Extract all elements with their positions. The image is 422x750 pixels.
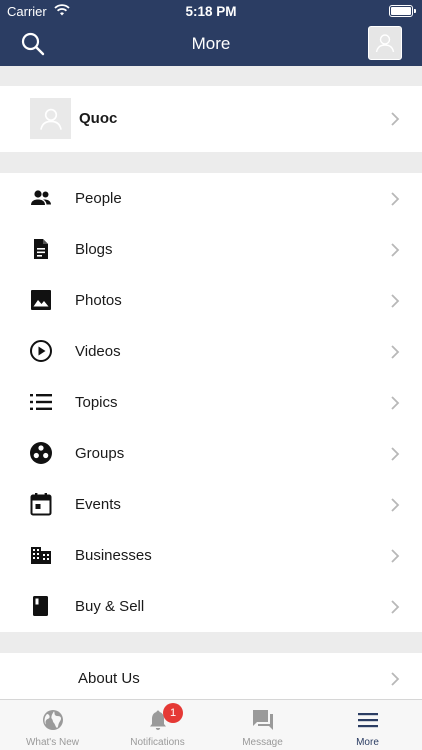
list-icon	[30, 394, 52, 410]
menu-label: Groups	[75, 445, 125, 462]
chevron-right-icon	[391, 396, 400, 410]
menu-item-topics[interactable]: Topics	[0, 377, 422, 428]
play-circle-icon	[30, 340, 52, 362]
menu-item-blogs[interactable]: Blogs	[0, 224, 422, 275]
chevron-right-icon	[391, 192, 400, 206]
tab-whats-new[interactable]: What's New	[0, 700, 105, 750]
groups-icon	[30, 442, 52, 464]
calendar-icon	[30, 493, 52, 516]
menu-item-groups[interactable]: Groups	[0, 428, 422, 479]
user-avatar-icon	[39, 108, 62, 130]
chevron-right-icon	[391, 294, 400, 308]
chevron-right-icon	[391, 345, 400, 359]
profile-name: Quoc	[79, 110, 118, 127]
battery-tip	[414, 9, 416, 13]
tab-label: More	[356, 737, 379, 748]
people-icon	[31, 190, 51, 205]
notification-badge: 1	[163, 703, 183, 723]
menu-label: Events	[75, 496, 121, 513]
book-icon	[33, 596, 48, 616]
menu-label: Videos	[75, 343, 121, 360]
chevron-right-icon	[391, 112, 400, 126]
menu-item-buy-sell[interactable]: Buy & Sell	[0, 581, 422, 632]
menu-item-people[interactable]: People	[0, 173, 422, 224]
tab-label: What's New	[25, 737, 80, 748]
nav-bar: More	[0, 22, 422, 66]
menu-item-photos[interactable]: Photos	[0, 275, 422, 326]
user-avatar-icon	[375, 34, 395, 53]
menu-item-businesses[interactable]: Businesses	[0, 530, 422, 581]
chevron-right-icon	[391, 672, 400, 686]
page-title: More	[191, 34, 231, 53]
tab-label: Notifications	[130, 737, 185, 748]
menu-icon	[358, 713, 378, 728]
chevron-right-icon	[391, 600, 400, 614]
menu-list: People Blogs Photos Videos Topics Groups…	[0, 173, 422, 632]
chevron-right-icon	[391, 498, 400, 512]
clock: 5:18 PM	[185, 4, 237, 19]
chat-icon	[253, 710, 273, 730]
header-avatar-button[interactable]	[368, 26, 402, 60]
tab-notifications[interactable]: 1 Notifications	[105, 700, 210, 750]
chevron-right-icon	[391, 447, 400, 461]
status-bar: Carrier 5:18 PM	[0, 0, 422, 22]
profile-row[interactable]: Quoc	[0, 86, 422, 152]
menu-item-events[interactable]: Events	[0, 479, 422, 530]
photo-icon	[31, 290, 51, 310]
menu-label: Businesses	[75, 547, 152, 564]
chevron-right-icon	[391, 243, 400, 257]
about-us-row[interactable]: About Us	[0, 653, 422, 701]
battery-icon	[389, 5, 413, 17]
menu-label: Topics	[75, 394, 118, 411]
menu-label: Buy & Sell	[75, 598, 145, 615]
tab-bar: What's New 1 Notifications Message More	[0, 699, 422, 750]
globe-icon	[43, 710, 63, 730]
tab-message[interactable]: Message	[210, 700, 315, 750]
building-icon	[31, 547, 51, 564]
menu-item-videos[interactable]: Videos	[0, 326, 422, 377]
tab-more[interactable]: More	[315, 700, 420, 750]
chevron-right-icon	[391, 549, 400, 563]
menu-label: People	[75, 190, 122, 207]
profile-avatar	[30, 98, 71, 139]
tab-label: Message	[242, 737, 283, 748]
menu-label: Photos	[75, 292, 122, 309]
about-us-label: About Us	[78, 670, 140, 687]
menu-label: Blogs	[75, 241, 113, 258]
document-icon	[34, 239, 48, 259]
